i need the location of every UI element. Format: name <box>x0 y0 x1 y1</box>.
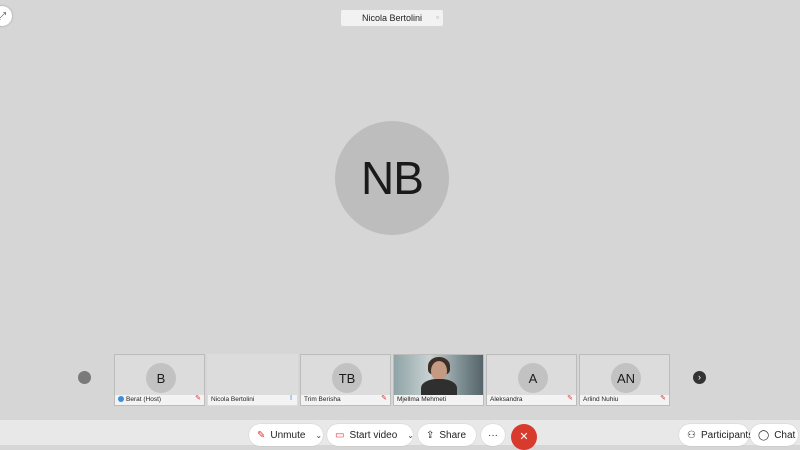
active-speaker-name: Nicola Bertolini <box>361 13 423 23</box>
chevron-down-icon[interactable]: ⌄ <box>407 431 414 440</box>
participant-tile[interactable]: AN Arlind Nuhiu ✎ <box>579 354 670 406</box>
participant-tile[interactable]: A Aleksandra ✎ <box>486 354 577 406</box>
share-icon: ⇪ <box>426 429 435 441</box>
active-speaker-label: Nicola Bertolini ▫ <box>341 10 443 26</box>
gallery-previous-button[interactable] <box>78 371 91 384</box>
video-off-icon: ▭ <box>335 429 345 441</box>
chat-label: Chat <box>774 429 796 441</box>
participant-name: Nicola Bertolini <box>211 396 255 403</box>
muted-mic-icon: ✎ <box>660 395 666 402</box>
chevron-down-icon[interactable]: ⌄ <box>315 431 322 440</box>
share-label: Share <box>439 429 467 441</box>
person-icon: ⚇ <box>687 429 696 441</box>
participant-name: Trim Berisha <box>304 396 341 403</box>
view-icon: ⤢ <box>0 10 6 22</box>
meeting-toolbar: ✎ Unmute ⌄ ▭ Start video ⌄ ⇪ Share ··· ⚇… <box>0 420 800 446</box>
participant-name: Berat (Host) <box>126 396 162 403</box>
gallery-next-button[interactable]: › <box>693 371 706 384</box>
participant-name-bar: Arlind Nuhiu ✎ <box>580 395 669 405</box>
chat-button[interactable]: ◯ Chat <box>750 424 798 446</box>
muted-mic-icon: ✎ <box>381 395 387 402</box>
chevron-right-icon: › <box>698 372 701 382</box>
participant-video-tile[interactable]: Mjellma Mehmeti <box>393 354 484 406</box>
leave-meeting-button[interactable]: ✕ <box>511 424 537 450</box>
video-feed <box>394 355 483 399</box>
host-badge-icon <box>118 396 124 403</box>
participant-name-bar: Mjellma Mehmeti <box>394 395 483 405</box>
muted-mic-icon: ✎ <box>195 395 201 402</box>
participants-label: Participants <box>700 429 754 441</box>
close-icon: ✕ <box>519 431 529 443</box>
unmute-label: Unmute <box>270 429 306 441</box>
participant-name-bar: Aleksandra ✎ <box>487 395 576 405</box>
chat-bubble-icon: ◯ <box>758 429 770 441</box>
participant-tile[interactable]: TB Trim Berisha ✎ <box>300 354 391 406</box>
participant-name-bar: Berat (Host) ✎ <box>115 395 204 405</box>
more-label: ··· <box>488 429 498 441</box>
unmute-button[interactable]: ✎ Unmute ⌄ <box>249 424 323 446</box>
participant-name: Aleksandra <box>490 396 523 403</box>
participant-avatar: TB <box>332 363 362 393</box>
share-button[interactable]: ⇪ Share <box>418 424 476 446</box>
more-button[interactable]: ··· <box>481 424 505 446</box>
participant-name: Mjellma Mehmeti <box>397 396 447 403</box>
start-video-label: Start video <box>349 429 398 441</box>
participant-name-bar: Nicola Bertolini ǀ <box>208 395 297 405</box>
active-speaker-avatar: NB <box>335 121 449 235</box>
muted-mic-icon: ✎ <box>567 395 573 402</box>
participants-button[interactable]: ⚇ Participants <box>679 424 753 446</box>
participant-tile[interactable]: B Berat (Host) ✎ <box>114 354 205 406</box>
participant-name-bar: Trim Berisha ✎ <box>301 395 390 405</box>
audio-level-icon: ǀ <box>290 395 292 402</box>
participant-avatar: A <box>518 363 548 393</box>
more-options-icon[interactable]: ▫ <box>436 13 439 22</box>
view-toggle-button[interactable]: ⤢ <box>0 6 12 26</box>
meeting-stage: ⤢ Nicola Bertolini ▫ NB B Berat (Host) ✎… <box>0 0 800 420</box>
participant-avatar: B <box>146 363 176 393</box>
participant-tile[interactable]: Nicola Bertolini ǀ <box>207 354 298 406</box>
participant-name: Arlind Nuhiu <box>583 396 619 403</box>
start-video-button[interactable]: ▭ Start video ⌄ <box>327 424 414 446</box>
participant-avatar: AN <box>611 363 641 393</box>
muted-mic-icon: ✎ <box>257 429 266 441</box>
